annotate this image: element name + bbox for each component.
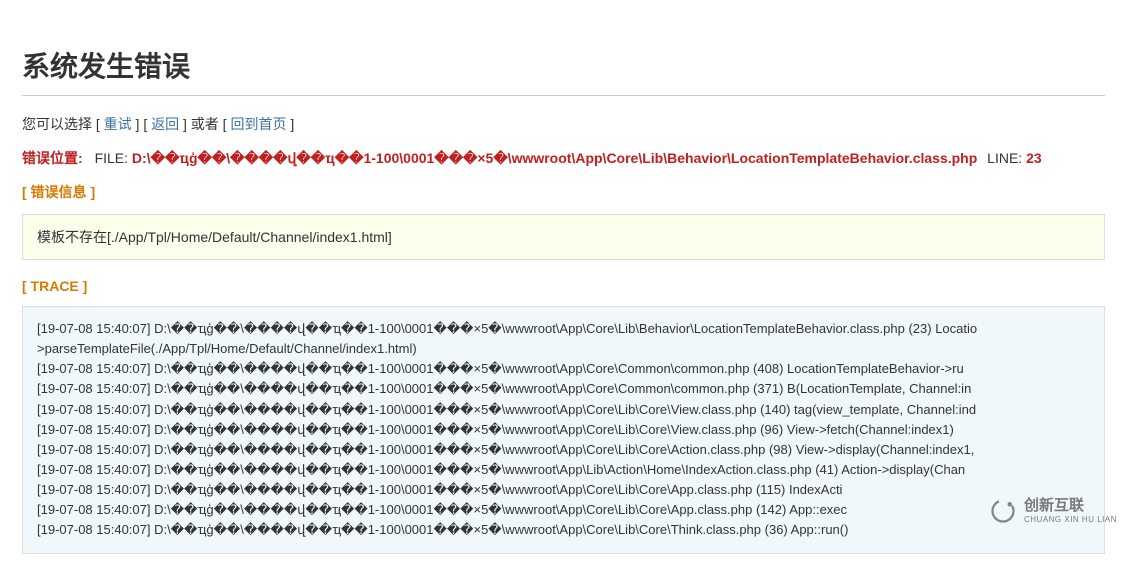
watermark-logo-icon [988, 496, 1018, 526]
watermark-text: 创新互联 CHUANG XIN HU LIAN [1024, 497, 1117, 525]
trace-line: [19-07-08 15:40:07] D:\��ҵģ��\����վ��ҵ��… [37, 480, 1090, 500]
action-sep1: ] [ [132, 116, 151, 132]
divider [22, 95, 1105, 96]
trace-line: [19-07-08 15:40:07] D:\��ҵģ��\����վ��ҵ��… [37, 460, 1090, 480]
error-location: 错误位置: FILE: D:\��ҵģ��\����վ��ҵ��1-100\00… [22, 148, 1105, 168]
file-label: FILE: [95, 150, 128, 166]
trace-line: >parseTemplateFile(./App/Tpl/Home/Defaul… [37, 339, 1090, 359]
retry-link[interactable]: 重试 [104, 116, 132, 132]
error-file-path: D:\��ҵģ��\����վ��ҵ��1-100\0001���×5�\www… [132, 150, 977, 166]
line-number: 23 [1026, 150, 1042, 166]
error-location-label: 错误位置: [22, 150, 83, 166]
home-link[interactable]: 回到首页 [230, 116, 286, 132]
line-label: LINE: [987, 150, 1022, 166]
trace-line: [19-07-08 15:40:07] D:\��ҵģ��\����վ��ҵ��… [37, 379, 1090, 399]
action-suffix: ] [286, 116, 294, 132]
trace-line: [19-07-08 15:40:07] D:\��ҵģ��\����վ��ҵ��… [37, 319, 1090, 339]
back-link[interactable]: 返回 [151, 116, 179, 132]
page-title: 系统发生错误 [22, 45, 1105, 85]
error-info-header: [ 错误信息 ] [22, 182, 1105, 202]
trace-line: [19-07-08 15:40:07] D:\��ҵģ��\����վ��ҵ��… [37, 420, 1090, 440]
watermark-en: CHUANG XIN HU LIAN [1024, 515, 1117, 525]
trace-header: [ TRACE ] [22, 278, 1105, 294]
action-prefix: 您可以选择 [ [22, 116, 104, 132]
trace-line: [19-07-08 15:40:07] D:\��ҵģ��\����վ��ҵ��… [37, 520, 1090, 540]
action-row: 您可以选择 [ 重试 ] [ 返回 ] 或者 [ 回到首页 ] [22, 114, 1105, 134]
action-sep2: ] 或者 [ [179, 116, 230, 132]
trace-line: [19-07-08 15:40:07] D:\��ҵģ��\����վ��ҵ��… [37, 359, 1090, 379]
trace-line: [19-07-08 15:40:07] D:\��ҵģ��\����վ��ҵ��… [37, 500, 1090, 520]
error-message-box: 模板不存在[./App/Tpl/Home/Default/Channel/ind… [22, 214, 1105, 260]
trace-line: [19-07-08 15:40:07] D:\��ҵģ��\����վ��ҵ��… [37, 440, 1090, 460]
trace-box: [19-07-08 15:40:07] D:\��ҵģ��\����վ��ҵ��… [22, 306, 1105, 554]
watermark: 创新互联 CHUANG XIN HU LIAN [988, 496, 1117, 526]
watermark-cn: 创新互联 [1024, 497, 1117, 515]
trace-line: [19-07-08 15:40:07] D:\��ҵģ��\����վ��ҵ��… [37, 400, 1090, 420]
